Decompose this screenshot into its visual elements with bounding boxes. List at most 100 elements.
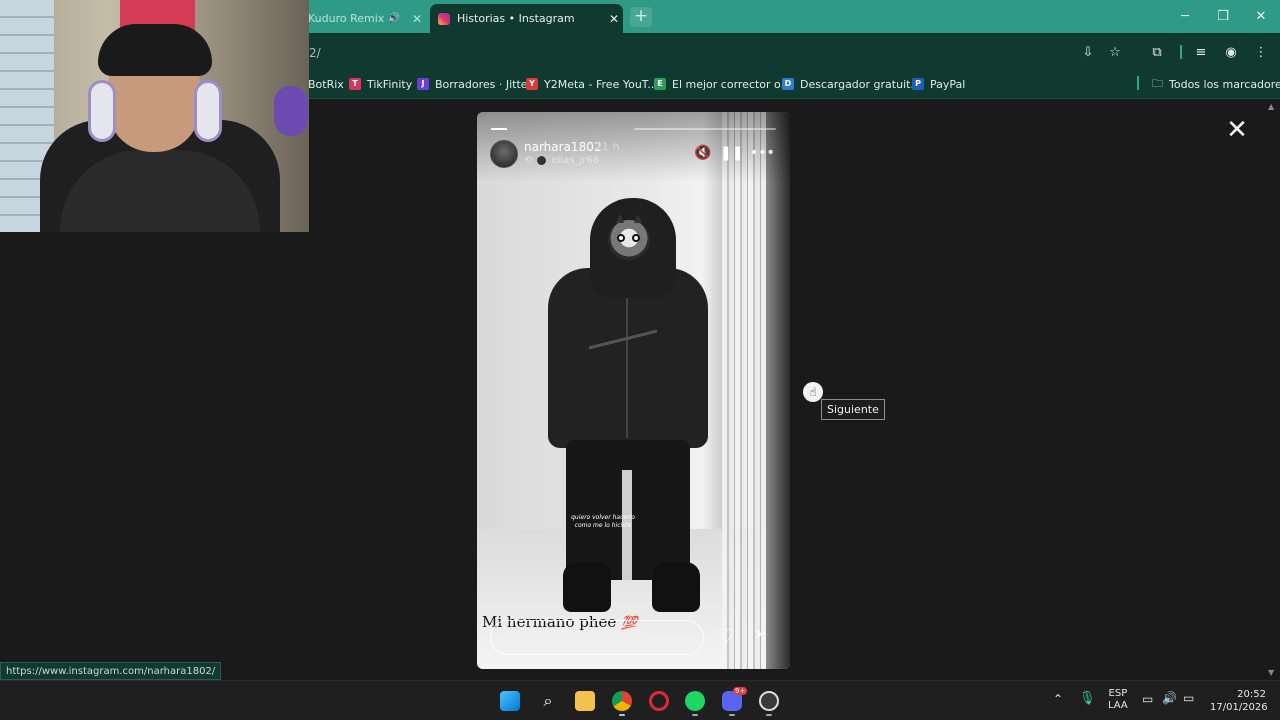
bookmark-y2meta[interactable]: Y Y2Meta - Free YouT... bbox=[526, 77, 658, 91]
spotify-running-indicator bbox=[692, 714, 698, 716]
send-icon[interactable]: ➢ bbox=[748, 624, 772, 644]
obs-icon[interactable] bbox=[757, 689, 781, 713]
repost-username: elias_jr66 bbox=[551, 155, 600, 166]
clock-time: 20:52 bbox=[1237, 689, 1266, 700]
hoodie-zipper bbox=[626, 288, 628, 438]
figure-pants bbox=[566, 440, 690, 580]
clock-date: 17/01/2026 bbox=[1210, 702, 1268, 713]
paypal-icon: P bbox=[912, 78, 924, 90]
next-tooltip: Siguiente bbox=[821, 399, 885, 420]
network-icon[interactable]: ▭ bbox=[1142, 692, 1153, 706]
bookmark-tikfinity[interactable]: T TikFinity bbox=[349, 77, 412, 91]
lang-line2: LAA bbox=[1108, 700, 1128, 711]
scroll-down-arrow[interactable]: ▼ bbox=[1268, 668, 1274, 677]
scroll-up-arrow[interactable]: ▲ bbox=[1268, 102, 1274, 111]
bookmark-label: El mejor corrector o... bbox=[672, 77, 792, 91]
microphone-icon[interactable]: 🎙 bbox=[1079, 691, 1096, 706]
tab-label: Kuduro Remix bbox=[308, 12, 385, 25]
lang-line1: ESP bbox=[1108, 688, 1128, 699]
discord-badge: 9+ bbox=[733, 687, 748, 695]
pause-icon[interactable]: ❚❚ bbox=[720, 145, 743, 161]
reply-input[interactable]: Responde a narhara1802... bbox=[490, 620, 704, 655]
toolbar-divider bbox=[1180, 45, 1182, 59]
bookmark-descargador[interactable]: D Descargador gratuit... bbox=[782, 77, 921, 91]
address-bar[interactable]: 2/ bbox=[309, 46, 321, 60]
bookmark-corrector[interactable]: E El mejor corrector o... bbox=[654, 77, 791, 91]
story-overlay-text: quiero volver hacerlo como me lo hiciste bbox=[571, 514, 635, 529]
menu-kebab-icon[interactable]: ⋮ bbox=[1251, 44, 1271, 62]
search-icon[interactable]: ⌕ bbox=[536, 689, 560, 713]
bookmark-botrix[interactable]: BotRix bbox=[308, 77, 344, 91]
bookmark-label: PayPal bbox=[930, 77, 966, 91]
volume-icon[interactable]: 🔊 bbox=[1162, 691, 1177, 705]
install-app-icon[interactable]: ⇩ bbox=[1078, 44, 1098, 62]
profile-avatar-icon[interactable]: ◉ bbox=[1221, 44, 1241, 62]
media-controls-icon[interactable]: ≡ bbox=[1191, 44, 1211, 62]
bookmark-label: Borradores · Jitter bbox=[435, 77, 533, 91]
webcam-plush-toy bbox=[274, 86, 308, 136]
obs-running-indicator bbox=[766, 714, 772, 716]
headphone-right bbox=[194, 80, 222, 142]
story-progress-2 bbox=[634, 128, 776, 130]
repost-attribution[interactable]: ⟲ elias_jr66 bbox=[524, 155, 599, 166]
bookmark-label: Y2Meta - Free YouT... bbox=[544, 77, 658, 91]
bookmark-label: Descargador gratuit... bbox=[800, 77, 921, 91]
bookmark-paypal[interactable]: P PayPal bbox=[912, 77, 965, 91]
more-options-icon[interactable]: ••• bbox=[750, 145, 775, 161]
instagram-icon bbox=[438, 12, 450, 25]
bookmarks-divider bbox=[1137, 76, 1139, 90]
horn-left bbox=[616, 214, 624, 223]
hoodie-stripe bbox=[588, 329, 658, 350]
file-explorer-icon[interactable] bbox=[573, 689, 597, 713]
story-time: 21 h bbox=[595, 140, 620, 153]
extensions-icon[interactable]: ⧉ bbox=[1147, 44, 1167, 62]
bookmark-star-icon[interactable]: ☆ bbox=[1105, 44, 1125, 62]
restore-button[interactable]: ❐ bbox=[1204, 0, 1242, 33]
chrome-running-indicator bbox=[619, 714, 625, 716]
corrector-icon: E bbox=[654, 78, 666, 90]
shoe-right bbox=[652, 562, 700, 612]
new-tab-button[interactable]: + bbox=[630, 7, 652, 27]
story-avatar[interactable] bbox=[490, 140, 518, 168]
like-heart-icon[interactable]: ♡ bbox=[714, 624, 738, 648]
clock[interactable]: 20:52 17/01/2026 bbox=[1210, 688, 1268, 714]
shoe-left bbox=[563, 562, 611, 612]
devil-mask-emoji bbox=[608, 214, 650, 260]
story-username[interactable]: narhara1802 bbox=[524, 140, 601, 154]
bookmark-jitter[interactable]: J Borradores · Jitter bbox=[417, 77, 532, 91]
spotify-icon[interactable] bbox=[683, 689, 707, 713]
headphone-left bbox=[88, 80, 116, 142]
opera-icon[interactable] bbox=[647, 689, 671, 713]
discord-running-indicator bbox=[729, 714, 735, 716]
input-language[interactable]: ESP LAA bbox=[1108, 688, 1128, 712]
story-shadow bbox=[766, 112, 790, 669]
bookmark-label: Todos los marcadores bbox=[1169, 77, 1280, 91]
tikfinity-icon: T bbox=[349, 78, 361, 90]
close-tab-icon[interactable]: ✕ bbox=[605, 12, 623, 26]
repost-avatar bbox=[536, 155, 548, 166]
horn-right bbox=[634, 214, 642, 223]
minimize-button[interactable]: ─ bbox=[1166, 0, 1204, 33]
close-window-button[interactable]: ✕ bbox=[1242, 0, 1280, 33]
mute-icon[interactable]: 🔇 bbox=[693, 145, 713, 161]
tray-overflow-chevron-icon[interactable]: ⌃ bbox=[1053, 692, 1063, 706]
close-tab-icon[interactable]: ✕ bbox=[408, 12, 426, 26]
battery-icon[interactable]: ▭ bbox=[1183, 691, 1194, 705]
tab-historias-instagram[interactable]: Historias • Instagram ✕ bbox=[430, 4, 623, 33]
next-story-button[interactable]: ☝ bbox=[803, 382, 823, 402]
close-story-button[interactable]: ✕ bbox=[1225, 117, 1249, 143]
mask-eye-right bbox=[632, 234, 640, 242]
bookmark-label: BotRix bbox=[308, 77, 344, 91]
speaker-icon[interactable]: 🔊 bbox=[388, 13, 400, 24]
bookmark-label: TikFinity bbox=[367, 77, 413, 91]
tab-kuduro-remix[interactable]: Kuduro Remix 🔊 ✕ bbox=[300, 4, 426, 33]
repost-icon: ⟲ bbox=[524, 155, 533, 166]
descargador-icon: D bbox=[782, 78, 794, 90]
jitter-icon: J bbox=[417, 78, 429, 90]
mask-eye-left bbox=[617, 234, 625, 242]
windows-start-icon[interactable] bbox=[498, 689, 522, 713]
all-bookmarks-folder[interactable]: 🗀 Todos los marcadores bbox=[1152, 77, 1280, 91]
status-bar-url: https://www.instagram.com/narhara1802/ bbox=[0, 662, 222, 680]
webcam-person-hair bbox=[98, 24, 212, 76]
chrome-icon[interactable] bbox=[610, 689, 634, 713]
